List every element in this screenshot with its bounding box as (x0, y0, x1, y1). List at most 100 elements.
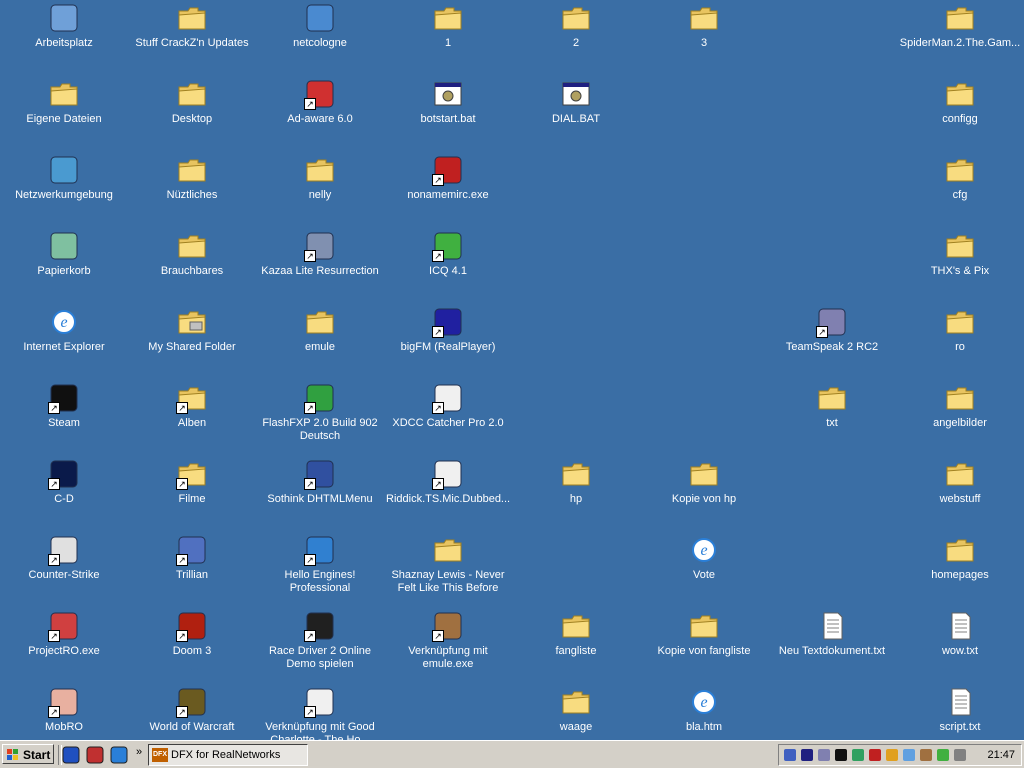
desktop-icon[interactable]: wow.txt (896, 608, 1024, 684)
desktop-icon[interactable]: ↗ Counter-Strike (0, 532, 128, 608)
desktop-icon[interactable]: ↗ Doom 3 (128, 608, 256, 684)
desktop-icon[interactable]: webstuff (896, 456, 1024, 532)
show-desktop-icon[interactable] (62, 746, 80, 764)
desktop-icon[interactable]: ↗ Ad-aware 6.0 (256, 76, 384, 152)
desktop-icon-label: fangliste (555, 645, 597, 657)
taskbar-button[interactable]: DFX DFX for RealNetworks (148, 744, 308, 766)
desktop-icon[interactable]: nelly (256, 152, 384, 228)
desktop-icon[interactable]: Papierkorb (0, 228, 128, 304)
desktop-icon[interactable]: txt (768, 380, 896, 456)
desktop-icon[interactable]: waage (512, 684, 640, 740)
desktop-icon[interactable]: 2 (512, 0, 640, 76)
desktop-icon[interactable]: Kopie von fangliste (640, 608, 768, 684)
desktop-icon[interactable]: ↗ C-D (0, 456, 128, 532)
desktop-icon-label: script.txt (939, 721, 981, 733)
desktop-icon[interactable]: ↗ Steam (0, 380, 128, 456)
desktop-icon[interactable]: angelbilder (896, 380, 1024, 456)
icq-icon[interactable] (936, 748, 950, 762)
desktop-icon[interactable]: emule (256, 304, 384, 380)
flashfxp-icon: ↗ (304, 382, 336, 414)
desktop-icon[interactable]: Neu Textdokument.txt (768, 608, 896, 684)
volume-icon[interactable] (953, 748, 967, 762)
emule-icon[interactable] (919, 748, 933, 762)
network-icon[interactable] (783, 748, 797, 762)
desktop-icon[interactable]: netcologne (256, 0, 384, 76)
shared-folder-icon (176, 306, 208, 338)
svg-text:e: e (700, 694, 707, 711)
folder-icon (304, 154, 336, 186)
steam-icon[interactable] (834, 748, 848, 762)
desktop-icon[interactable]: Stuff CrackZ'n Updates (128, 0, 256, 76)
desktop-icon[interactable]: ↗ Trillian (128, 532, 256, 608)
icq-icon: ↗ (432, 230, 464, 262)
desktop-icon[interactable]: ↗ ICQ 4.1 (384, 228, 512, 304)
desktop-icon[interactable]: ↗ FlashFXP 2.0 Build 902 Deutsch (256, 380, 384, 456)
folder-icon (688, 458, 720, 490)
start-button[interactable]: Start (2, 744, 54, 764)
desktop-icon[interactable]: fangliste (512, 608, 640, 684)
desktop-icon[interactable]: e Vote (640, 532, 768, 608)
desktop-icon[interactable]: ↗ XDCC Catcher Pro 2.0 (384, 380, 512, 456)
teamspeak-icon[interactable] (817, 748, 831, 762)
desktop-icon[interactable]: Nüztliches (128, 152, 256, 228)
desktop-icon[interactable]: ↗ Sothink DHTMLMenu (256, 456, 384, 532)
desktop-icon[interactable]: Netzwerkumgebung (0, 152, 128, 228)
antivirus-icon[interactable] (868, 748, 882, 762)
desktop-icon-label: DIAL.BAT (551, 113, 601, 125)
desktop-icon[interactable]: Eigene Dateien (0, 76, 128, 152)
desktop-icon[interactable]: SpiderMan.2.The.Gam... (896, 0, 1024, 76)
shortcut-arrow-icon: ↗ (432, 478, 444, 490)
desktop-icon[interactable]: 3 (640, 0, 768, 76)
desktop-icon[interactable]: ↗ Verknüpfung mit Good Charlotte - The Ho… (256, 684, 384, 740)
desktop-icon[interactable]: ↗ Verknüpfung mit emule.exe (384, 608, 512, 684)
desktop-icon[interactable]: e bla.htm (640, 684, 768, 740)
desktop-icon-label: Kazaa Lite Resurrection (261, 265, 379, 277)
desktop-icon[interactable]: ↗ Riddick.TS.Mic.Dubbed... (384, 456, 512, 532)
desktop-icon[interactable]: My Shared Folder (128, 304, 256, 380)
desktop-icon[interactable]: cfg (896, 152, 1024, 228)
bigfm-icon[interactable] (800, 748, 814, 762)
flashget-icon[interactable] (885, 748, 899, 762)
desktop-icon-label: 1 (444, 37, 452, 49)
shortcut-arrow-icon: ↗ (176, 630, 188, 642)
desktop-icon[interactable]: ro (896, 304, 1024, 380)
desktop-icon[interactable]: ↗ Kazaa Lite Resurrection (256, 228, 384, 304)
desktop-icon[interactable]: ↗ World of Warcraft (128, 684, 256, 740)
desktop-icon[interactable]: e Internet Explorer (0, 304, 128, 380)
clock[interactable]: 21:47 (987, 745, 1015, 765)
desktop-icon[interactable]: ↗ MobRO (0, 684, 128, 740)
svg-text:e: e (700, 542, 707, 559)
desktop-icon[interactable]: ↗ Filme (128, 456, 256, 532)
desktop-icon[interactable]: ↗ TeamSpeak 2 RC2 (768, 304, 896, 380)
desktop-icon[interactable]: Shaznay Lewis - Never Felt Like This Bef… (384, 532, 512, 608)
desktop-icon[interactable]: Desktop (128, 76, 256, 152)
desktop-icon[interactable]: DIAL.BAT (512, 76, 640, 152)
shortcut-arrow-icon: ↗ (176, 554, 188, 566)
desktop-icon[interactable]: script.txt (896, 684, 1024, 740)
desktop-icon[interactable]: ↗ bigFM (RealPlayer) (384, 304, 512, 380)
desktop-icon[interactable]: ↗ Alben (128, 380, 256, 456)
desktop-icon[interactable]: configg (896, 76, 1024, 152)
folder-icon (176, 78, 208, 110)
desktop-icon[interactable]: THX's & Pix (896, 228, 1024, 304)
shortcut-arrow-icon: ↗ (304, 706, 316, 718)
desktop-icon[interactable]: botstart.bat (384, 76, 512, 152)
media-icon: ↗ (304, 686, 336, 718)
desktop-icon[interactable]: 1 (384, 0, 512, 76)
desktop-icon[interactable]: Kopie von hp (640, 456, 768, 532)
desktop-icon[interactable]: Arbeitsplatz (0, 0, 128, 76)
desktop-icon[interactable]: ↗ Hello Engines! Professional (256, 532, 384, 608)
desktop-icon[interactable]: homepages (896, 532, 1024, 608)
internet-explorer-icon[interactable] (110, 746, 128, 764)
desktop-icon[interactable]: ↗ Race Driver 2 Online Demo spielen (256, 608, 384, 684)
desktop-icon[interactable]: Brauchbares (128, 228, 256, 304)
projectro-icon: ↗ (48, 610, 80, 642)
desktop-icon-label: cfg (952, 189, 968, 201)
desktop-icon[interactable]: ↗ nonamemirc.exe (384, 152, 512, 228)
media-icon[interactable] (86, 746, 104, 764)
quick-launch-overflow[interactable]: » (136, 746, 142, 758)
mail-icon[interactable] (902, 748, 916, 762)
desktop-icon[interactable]: ↗ ProjectRO.exe (0, 608, 128, 684)
desktop-icon[interactable]: hp (512, 456, 640, 532)
monitor-icon[interactable] (851, 748, 865, 762)
